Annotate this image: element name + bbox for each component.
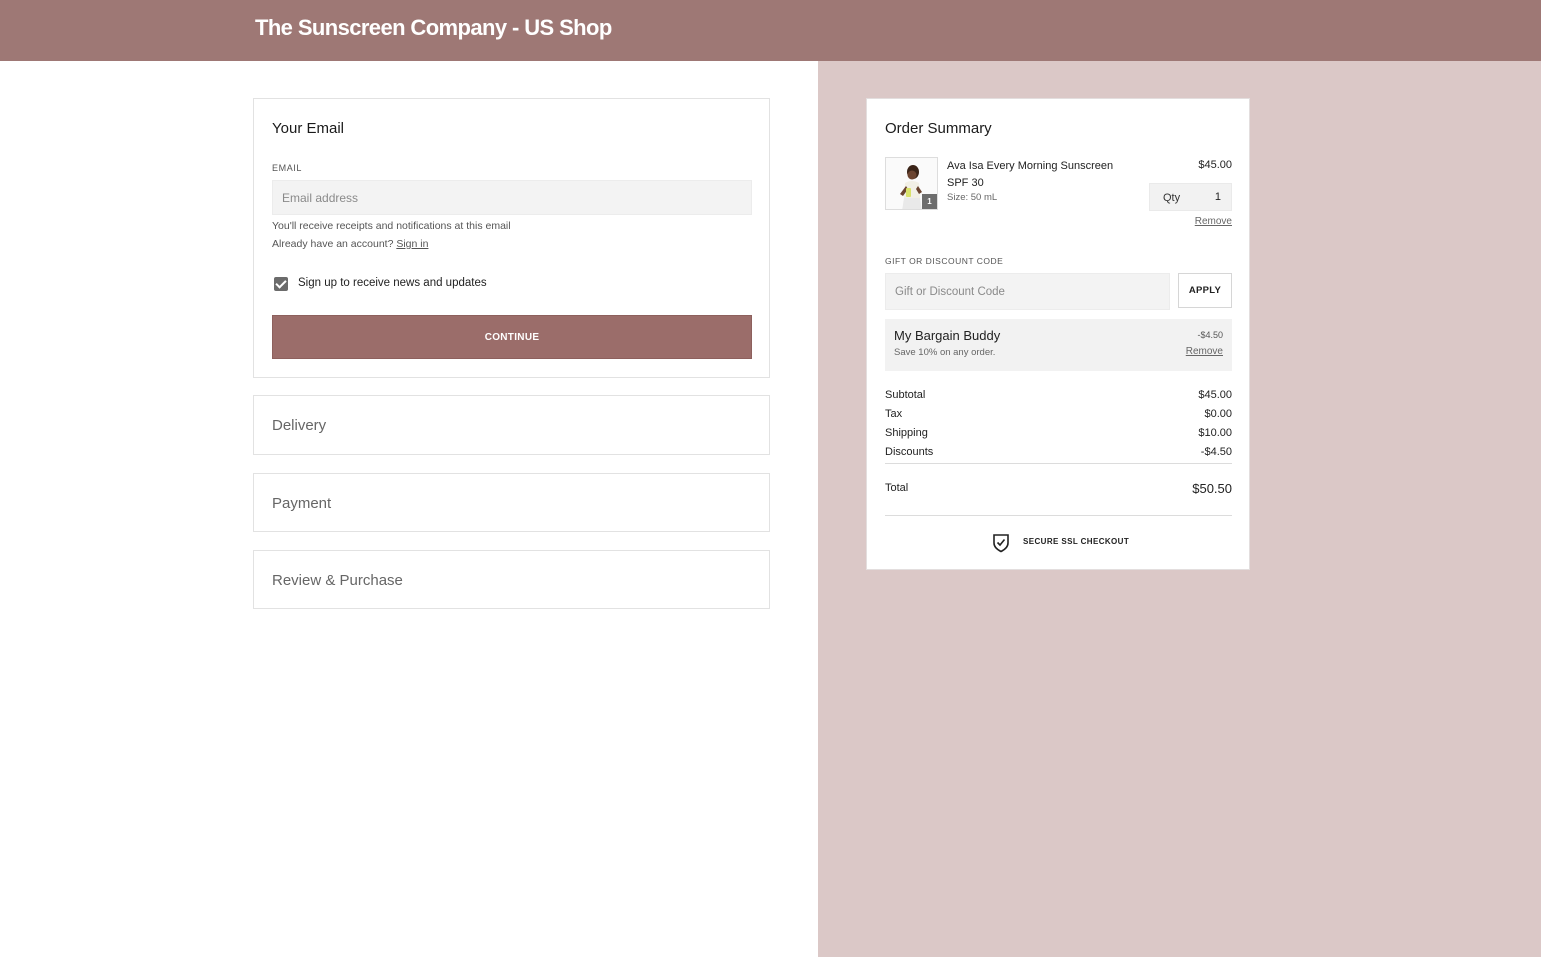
payment-step-title: Payment — [272, 495, 332, 512]
discounts-label: Discounts — [885, 446, 934, 458]
shipping-value: $10.00 — [1198, 427, 1232, 439]
gift-code-input[interactable] — [885, 273, 1170, 310]
secure-checkout-label: SECURE SSL CHECKOUT — [1023, 537, 1130, 546]
sign-in-link[interactable]: Sign in — [396, 238, 428, 250]
cart-quantity-badge: 1 — [922, 194, 937, 209]
review-step[interactable]: Review & Purchase — [253, 550, 770, 609]
email-input[interactable] — [272, 180, 752, 215]
shipping-label: Shipping — [885, 427, 928, 439]
account-prompt-text: Already have an account? — [272, 238, 394, 250]
product-size: Size: 50 mL — [947, 192, 998, 203]
payment-step[interactable]: Payment — [253, 473, 770, 532]
promo-description: Save 10% on any order. — [894, 347, 996, 358]
quantity-field[interactable]: Qty 1 — [1149, 183, 1232, 211]
subtotal-label: Subtotal — [885, 389, 926, 401]
total-value: $50.50 — [1192, 481, 1232, 496]
promo-amount: -$4.50 — [1197, 330, 1223, 340]
quantity-value[interactable]: 1 — [1215, 191, 1221, 203]
product-price: $45.00 — [1198, 159, 1232, 171]
promo-name: My Bargain Buddy — [894, 328, 1001, 343]
order-summary: Order Summary 1 Ava Isa Every Morning Su… — [866, 98, 1250, 570]
email-field-label: EMAIL — [272, 163, 303, 173]
totals-divider — [885, 463, 1232, 464]
subtotal-value: $45.00 — [1198, 389, 1232, 401]
gift-code-label: GIFT OR DISCOUNT CODE — [885, 256, 1004, 266]
account-prompt: Already have an account? Sign in — [272, 238, 428, 250]
review-step-title: Review & Purchase — [272, 572, 403, 589]
shop-title: The Sunscreen Company - US Shop — [255, 15, 612, 40]
newsletter-label[interactable]: Sign up to receive news and updates — [298, 277, 487, 289]
product-thumbnail: 1 — [885, 157, 938, 210]
secure-divider — [885, 515, 1232, 516]
newsletter-checkbox[interactable] — [274, 277, 288, 291]
discounts-value: -$4.50 — [1200, 446, 1232, 458]
tax-label: Tax — [885, 408, 903, 420]
shield-check-icon — [993, 534, 1009, 553]
email-section-title: Your Email — [272, 120, 344, 137]
email-helper-text: You'll receive receipts and notification… — [272, 220, 511, 232]
order-summary-title: Order Summary — [885, 120, 992, 137]
top-header: The Sunscreen Company - US Shop — [0, 0, 1541, 61]
continue-button[interactable]: CONTINUE — [272, 315, 752, 359]
quantity-label: Qty — [1163, 192, 1181, 204]
remove-promo-link[interactable]: Remove — [1186, 346, 1223, 357]
apply-code-button[interactable]: APPLY — [1178, 273, 1232, 308]
delivery-step[interactable]: Delivery — [253, 395, 770, 455]
product-name: Ava Isa Every Morning Sunscreen SPF 30 — [947, 160, 1114, 189]
tax-value: $0.00 — [1204, 408, 1232, 420]
remove-item-link[interactable]: Remove — [1195, 216, 1232, 227]
email-section: Your Email EMAIL You'll receive receipts… — [253, 98, 770, 378]
delivery-step-title: Delivery — [272, 417, 327, 434]
total-label: Total — [885, 482, 909, 494]
applied-promo: My Bargain Buddy Save 10% on any order. … — [885, 319, 1232, 371]
